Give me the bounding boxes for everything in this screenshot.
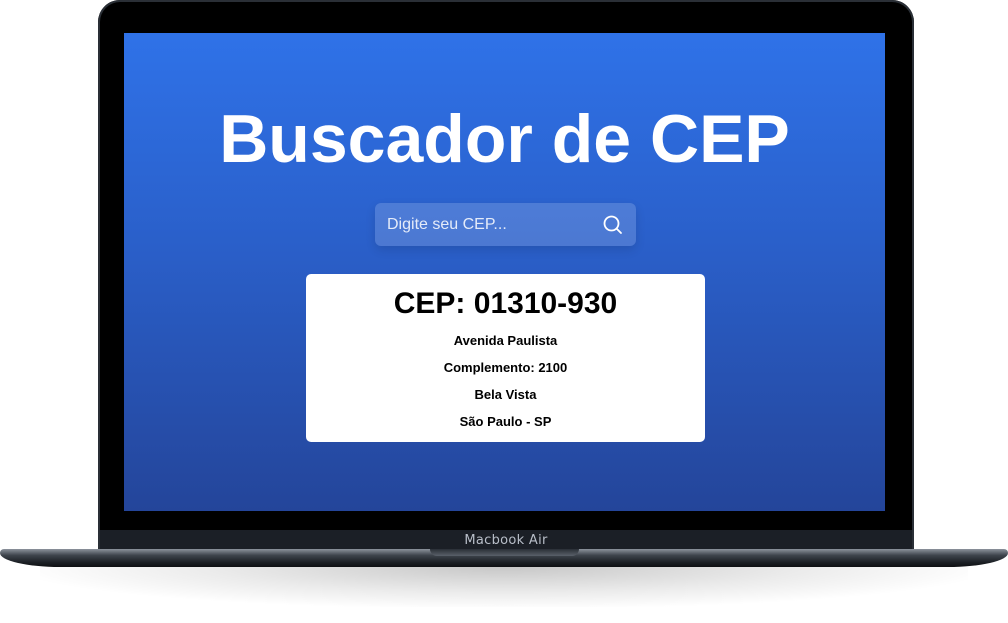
- street-text: Avenida Paulista: [453, 333, 558, 348]
- laptop-mockup: Buscador de CEP CEP: 01310-930 Avenida P…: [0, 0, 1008, 623]
- search-button[interactable]: [601, 213, 625, 237]
- complement-text: Complemento: 2100: [443, 360, 568, 375]
- search-icon: [603, 215, 622, 234]
- cep-heading: CEP: 01310-930: [393, 287, 618, 320]
- laptop-notch: [430, 549, 579, 556]
- search-bar: [375, 203, 636, 246]
- app-screen: Buscador de CEP CEP: 01310-930 Avenida P…: [124, 33, 885, 511]
- neighborhood-text: Bela Vista: [474, 387, 537, 402]
- page-title: Buscador de CEP: [219, 101, 790, 177]
- cep-search-input[interactable]: [387, 203, 597, 246]
- result-card: CEP: 01310-930 Avenida Paulista Compleme…: [306, 274, 705, 442]
- device-label: Macbook Air: [464, 533, 548, 548]
- laptop-shadow: [40, 567, 968, 607]
- city-state-text: São Paulo - SP: [459, 414, 552, 429]
